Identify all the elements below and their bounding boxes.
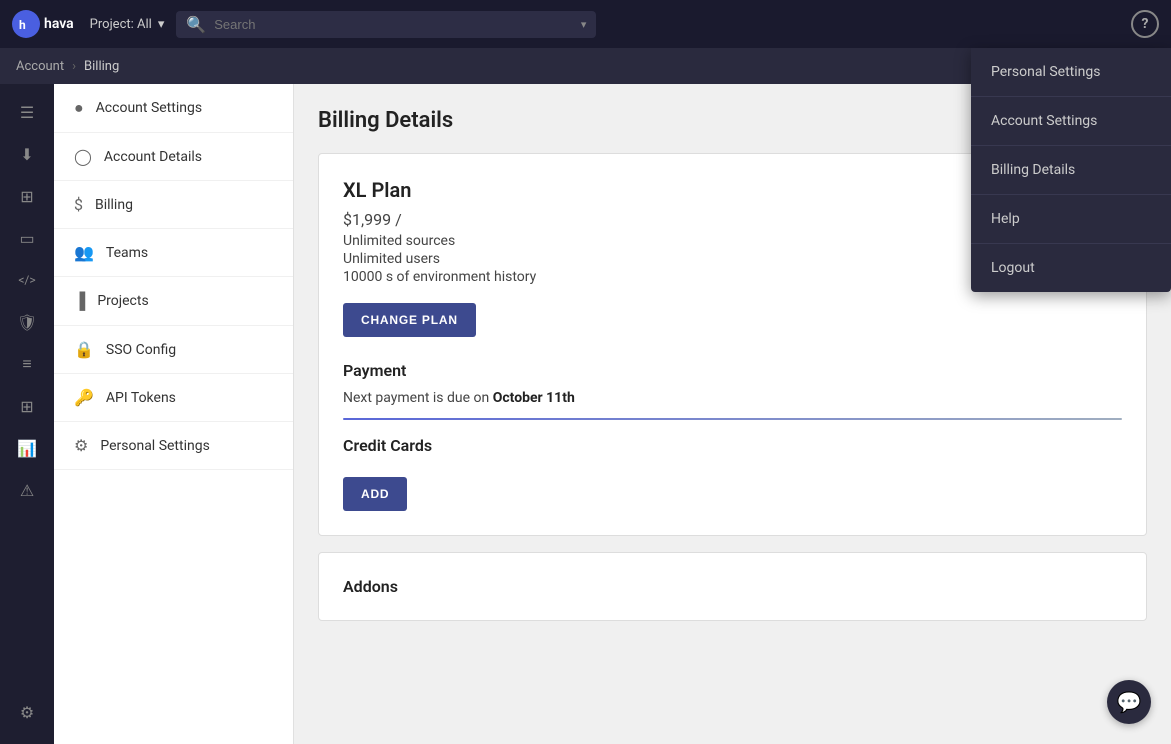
search-icon: 🔍 [186,15,206,34]
nav-personal-settings-label: Personal Settings [100,438,209,454]
nav-billing[interactable]: $ Billing [54,181,293,229]
nav-projects-label: Projects [97,293,148,309]
dropdown-help[interactable]: Help [971,195,1171,244]
account-settings-icon: ● [74,98,84,118]
chat-button[interactable]: 💬 [1107,680,1151,724]
projects-icon: ▐ [74,291,85,311]
breadcrumb-account[interactable]: Account [16,59,64,74]
nav-api-tokens[interactable]: 🔑 API Tokens [54,374,293,422]
sidebar-icon-alert[interactable]: ⚠ [7,470,47,510]
payment-section-title: Payment [343,361,1122,380]
sidebar-icon-monitor[interactable]: ▭ [7,218,47,258]
sidebar-icon-code[interactable]: </> [7,260,47,300]
addons-title: Addons [343,577,1122,596]
teams-icon: 👥 [74,243,94,262]
top-nav: h hava Project: All ▾ 🔍 ▾ ? [0,0,1171,48]
breadcrumb-separator: › [72,59,76,74]
sidebar-icon-grid[interactable]: ⊞ [7,176,47,216]
hava-logo-icon: h [12,10,40,38]
addons-card: Addons [318,552,1147,621]
nav-right: ? [1131,10,1159,38]
search-dropdown-icon[interactable]: ▾ [581,18,587,31]
nav-teams-label: Teams [106,245,148,261]
sidebar-icon-menu[interactable]: ☰ [7,92,47,132]
api-tokens-icon: 🔑 [74,388,94,407]
logo-text: hava [44,16,74,32]
nav-account-details[interactable]: ◯ Account Details [54,133,293,181]
nav-personal-settings[interactable]: ⚙ Personal Settings [54,422,293,470]
left-nav: ● Account Settings ◯ Account Details $ B… [54,84,294,744]
sidebar-icon-settings[interactable]: ⚙ [7,692,47,732]
nav-sso-label: SSO Config [106,342,176,358]
account-details-icon: ◯ [74,147,92,166]
chevron-down-icon: ▾ [158,17,165,32]
nav-projects[interactable]: ▐ Projects [54,277,293,326]
dropdown-menu: Personal Settings Account Settings Billi… [971,48,1171,292]
sso-icon: 🔒 [74,340,94,359]
nav-account-details-label: Account Details [104,149,202,165]
icon-sidebar: ☰ ⬇ ⊞ ▭ </> 🛡 ≡ ⊞ 📊 ⚠ ⚙ [0,84,54,744]
project-selector[interactable]: Project: All ▾ [90,17,165,32]
nav-api-tokens-label: API Tokens [106,390,176,406]
nav-account-settings-label: Account Settings [96,100,202,116]
dropdown-logout[interactable]: Logout [971,244,1171,292]
svg-text:h: h [19,18,26,32]
nav-billing-label: Billing [95,197,133,213]
nav-teams[interactable]: 👥 Teams [54,229,293,277]
logo[interactable]: h hava [12,10,74,38]
sidebar-icon-shield[interactable]: 🛡 [7,302,47,342]
nav-sso-config[interactable]: 🔒 SSO Config [54,326,293,374]
search-input[interactable] [214,17,573,32]
nav-account-settings[interactable]: ● Account Settings [54,84,293,133]
payment-prefix: Next payment is due on [343,390,493,406]
payment-due-date: October 11th [493,390,575,406]
sidebar-icon-list[interactable]: ≡ [7,344,47,384]
credit-cards-title: Credit Cards [343,436,1122,455]
project-label: Project: All [90,17,152,32]
dropdown-account-settings[interactable]: Account Settings [971,97,1171,146]
search-bar: 🔍 ▾ [176,11,596,38]
sidebar-icon-download[interactable]: ⬇ [7,134,47,174]
credit-cards-section: Credit Cards ADD [343,436,1122,511]
billing-icon: $ [74,195,83,214]
payment-due-text: Next payment is due on October 11th [343,390,1122,406]
sidebar-icon-table[interactable]: ⊞ [7,386,47,426]
payment-divider [343,418,1122,420]
sidebar-icon-chart[interactable]: 📊 [7,428,47,468]
personal-settings-icon: ⚙ [74,436,88,455]
dropdown-billing-details[interactable]: Billing Details [971,146,1171,195]
change-plan-button[interactable]: CHANGE PLAN [343,303,476,337]
add-card-button[interactable]: ADD [343,477,407,511]
breadcrumb-billing: Billing [84,59,119,74]
dropdown-personal-settings[interactable]: Personal Settings [971,48,1171,97]
help-button[interactable]: ? [1131,10,1159,38]
